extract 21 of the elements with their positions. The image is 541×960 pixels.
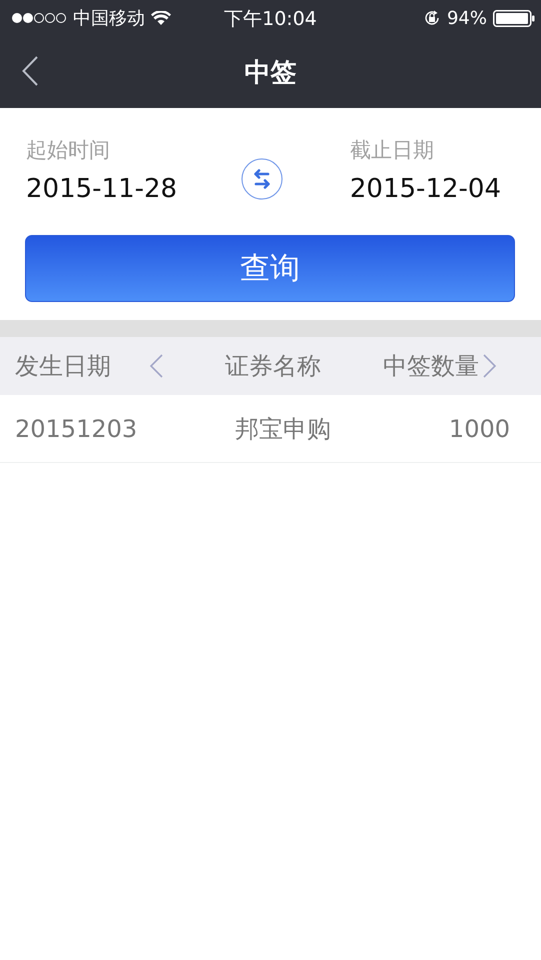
clock-time: 下午10:04	[224, 7, 317, 32]
page-title: 中签	[244, 56, 296, 90]
start-date-field[interactable]: 2015-11-28	[26, 174, 178, 204]
wifi-icon	[151, 10, 171, 26]
battery-icon	[493, 10, 535, 26]
field-label: 起始时间	[26, 137, 111, 164]
battery-percent: 94%	[446, 8, 487, 28]
query-button[interactable]: 查询	[25, 235, 515, 302]
column-header: 中签数量	[383, 351, 479, 382]
rotation-lock-icon	[422, 9, 441, 27]
end-date-field[interactable]: 2015-12-04	[350, 174, 501, 204]
signal-icon	[11, 12, 67, 24]
column-header: 证券名称	[225, 351, 321, 382]
back-icon[interactable]	[22, 56, 38, 86]
table-cell-text: 1000	[448, 414, 510, 442]
table-cell-text: 20151203	[15, 414, 138, 442]
field-label: 截止日期	[350, 137, 435, 164]
swap-icon[interactable]	[240, 158, 282, 200]
table-cell-text: 邦宝申购	[235, 414, 332, 444]
carrier-name: 中国移动	[73, 7, 145, 30]
column-header: 发生日期	[15, 351, 111, 382]
